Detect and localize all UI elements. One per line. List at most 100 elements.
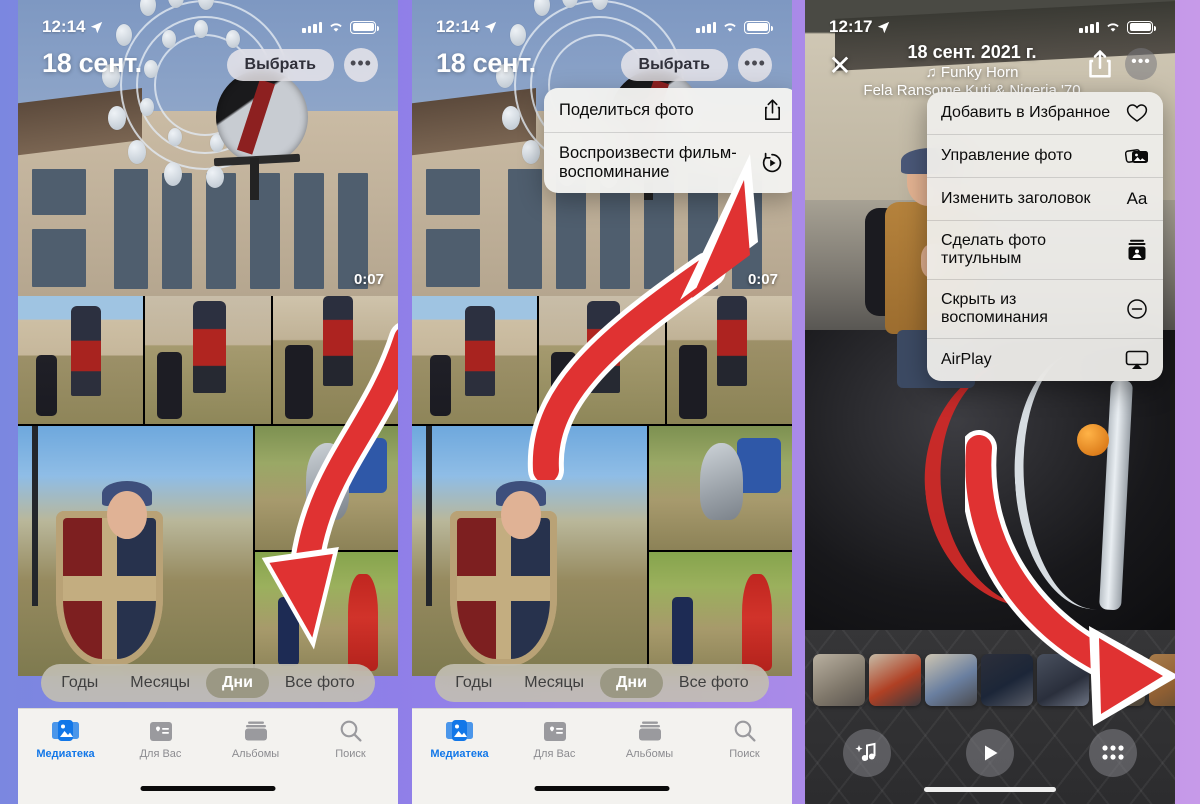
- cellular-bars-icon: [302, 21, 322, 33]
- more-options-button[interactable]: •••: [738, 48, 772, 82]
- tab-for-you[interactable]: Для Вас: [113, 718, 208, 760]
- status-bar: 12:14: [412, 0, 792, 46]
- menu-item-hide-from-memory[interactable]: Скрыть из воспоминания: [927, 280, 1163, 339]
- segment-all-photos[interactable]: Все фото: [663, 668, 765, 698]
- menu-item-play-memory-movie[interactable]: Воспроизвести фильм-воспоминание: [544, 133, 792, 193]
- share-icon[interactable]: [1087, 49, 1115, 79]
- tab-for-you[interactable]: Для Вас: [507, 718, 602, 760]
- segment-months[interactable]: Месяцы: [114, 668, 206, 698]
- search-icon: [733, 718, 757, 744]
- cellular-bars-icon: [696, 21, 716, 33]
- memory-header: ✕ 18 сент. 2021 г. ♫ Funky Horn Fela Ran…: [805, 42, 1175, 99]
- filmstrip-thumbnail[interactable]: [925, 654, 977, 706]
- tab-search[interactable]: Поиск: [303, 718, 398, 760]
- menu-item-label: Управление фото: [941, 147, 1073, 164]
- status-right: [302, 20, 379, 34]
- photo-thumbnail-large[interactable]: [18, 426, 253, 676]
- menu-item-make-key-photo[interactable]: Сделать фото титульным: [927, 221, 1163, 280]
- tab-library[interactable]: Медиатека: [18, 718, 113, 760]
- photo-thumbnail[interactable]: [539, 296, 665, 424]
- photo-thumbnail[interactable]: [254, 426, 398, 550]
- hero-actions: Выбрать •••: [226, 48, 378, 82]
- photo-grid: [412, 296, 792, 676]
- grid-icon[interactable]: [1089, 729, 1138, 777]
- share-icon: [760, 99, 784, 121]
- page-title: 18 сент.: [436, 48, 536, 78]
- wifi-icon: [1107, 23, 1119, 32]
- tab-label: Альбомы: [625, 748, 674, 760]
- menu-item-manage-photos[interactable]: Управление фото: [927, 135, 1163, 178]
- photo-thumbnail[interactable]: [145, 296, 271, 424]
- airplay-icon: [1125, 350, 1149, 370]
- filmstrip-thumbnail[interactable]: [981, 654, 1033, 706]
- photo-thumbnail[interactable]: [18, 296, 144, 424]
- filmstrip-thumbnail[interactable]: [1093, 654, 1145, 706]
- select-button[interactable]: Выбрать: [226, 49, 334, 81]
- more-options-button[interactable]: •••: [344, 48, 378, 82]
- segment-days[interactable]: Дни: [206, 668, 269, 698]
- photo-thumbnail[interactable]: [412, 296, 538, 424]
- screenshot-stage: 0:07 12:14 18 сент. Выбрать ••• Годы Мес…: [0, 0, 1200, 804]
- photo-thumbnail-large[interactable]: [412, 426, 647, 676]
- menu-item-airplay[interactable]: AirPlay: [927, 339, 1163, 381]
- wifi-icon: [330, 23, 342, 32]
- close-icon[interactable]: ✕: [823, 48, 857, 82]
- segment-months[interactable]: Месяцы: [508, 668, 600, 698]
- filmstrip-thumbnail[interactable]: [1037, 654, 1089, 706]
- filmstrip-thumbnail[interactable]: [1149, 654, 1175, 706]
- video-duration-badge: 0:07: [353, 271, 384, 288]
- photo-thumbnail[interactable]: [648, 426, 792, 550]
- status-time: 12:17: [829, 17, 873, 36]
- battery-icon: [1127, 20, 1156, 34]
- menu-item-add-to-favorites[interactable]: Добавить в Избранное: [927, 92, 1163, 135]
- context-menu: Поделиться фото Воспроизвести фильм-восп…: [544, 88, 792, 193]
- tab-label: Поиск: [729, 748, 760, 760]
- photo-thumbnail[interactable]: [666, 296, 792, 424]
- menu-item-label: Поделиться фото: [559, 100, 694, 119]
- grid-row: [18, 296, 398, 424]
- filmstrip-thumbnail[interactable]: [869, 654, 921, 706]
- home-indicator[interactable]: [534, 786, 670, 791]
- key-photo-icon: [1125, 239, 1149, 261]
- albums-icon: [637, 718, 663, 744]
- menu-item-label: Сделать фото титульным: [941, 232, 1047, 267]
- photo-thumbnail[interactable]: [648, 552, 792, 676]
- status-left: 12:14: [436, 17, 497, 37]
- menu-item-share-photo[interactable]: Поделиться фото: [544, 88, 792, 133]
- play-icon[interactable]: [965, 729, 1014, 777]
- segment-days[interactable]: Дни: [600, 668, 663, 698]
- tab-label: Альбомы: [231, 748, 280, 760]
- segment-years[interactable]: Годы: [439, 668, 508, 698]
- location-arrow-icon: [878, 21, 890, 33]
- segment-all-photos[interactable]: Все фото: [269, 668, 371, 698]
- memory-context-menu: Добавить в Избранное Управление фото Изм…: [927, 92, 1163, 381]
- phone-panel-memory-player: 12:17 ✕ 18 сент. 2021 г. ♫ Funky Horn Fe…: [805, 0, 1175, 804]
- tab-label: Для Вас: [139, 748, 182, 760]
- menu-item-edit-title[interactable]: Изменить заголовок Aa: [927, 178, 1163, 221]
- menu-item-label: AirPlay: [941, 351, 992, 368]
- tab-library[interactable]: Медиатека: [412, 718, 507, 760]
- home-indicator[interactable]: [140, 786, 276, 791]
- memory-filmstrip[interactable]: [805, 654, 1175, 712]
- memory-date: 18 сент. 2021 г.: [907, 42, 1037, 62]
- status-left: 12:14: [42, 17, 103, 37]
- heart-icon: [1125, 103, 1149, 123]
- battery-icon: [744, 20, 773, 34]
- more-options-button[interactable]: •••: [1125, 48, 1157, 80]
- photo-thumbnail[interactable]: [272, 296, 398, 424]
- music-sparkle-icon[interactable]: [842, 729, 891, 777]
- page-title: 18 сент.: [42, 48, 142, 78]
- for-you-icon: [149, 718, 173, 744]
- grid-row: [412, 296, 792, 424]
- select-button[interactable]: Выбрать: [620, 49, 728, 81]
- segment-years[interactable]: Годы: [45, 668, 114, 698]
- photo-thumbnail[interactable]: [254, 552, 398, 676]
- tab-search[interactable]: Поиск: [697, 718, 792, 760]
- status-right: [696, 20, 773, 34]
- filmstrip-thumbnail[interactable]: [813, 654, 865, 706]
- battery-icon: [350, 20, 379, 34]
- tab-albums[interactable]: Альбомы: [208, 718, 303, 760]
- home-indicator[interactable]: [924, 787, 1056, 792]
- grid-row: [412, 426, 792, 676]
- tab-albums[interactable]: Альбомы: [602, 718, 697, 760]
